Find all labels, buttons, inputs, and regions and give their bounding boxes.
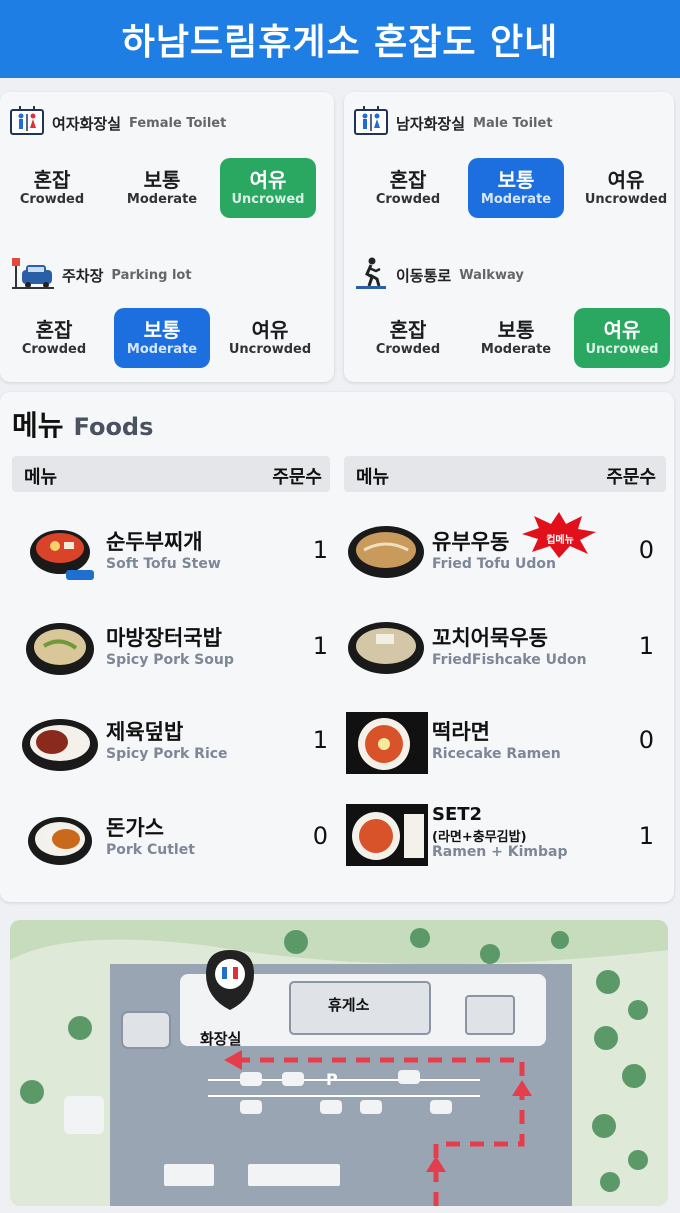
page-title: 하남드림휴게소 혼잡도 안내 <box>121 22 559 63</box>
best-menu-badge-label: 컵메뉴 <box>546 535 574 546</box>
food-name-en: Fried Tofu Udon <box>432 556 556 572</box>
food-name-kr: 돈가스 <box>106 816 164 840</box>
menu-title-en: Foods <box>73 413 154 441</box>
order-count: 0 <box>638 726 654 754</box>
section-label-en: Parking lot <box>111 267 192 283</box>
parking-section: 주차장 Parking lot 혼잡 Crowded 보통 Moderate 여유 U… <box>0 246 326 396</box>
food-item: 꼬치어묵우동 FriedFishcake Udon 1 <box>346 614 666 684</box>
section-label-en: Male Toilet <box>473 115 553 131</box>
food-item: 떡라면 Ricecake Ramen 0 <box>346 708 666 778</box>
moderate-option-active: 보통 Moderate <box>114 308 210 368</box>
order-count: 0 <box>638 536 654 564</box>
food-name-en: FriedFishcake Udon <box>432 652 587 668</box>
walkway-section: 이동통로 Walkway 혼잡 Crowded 보통 Moderate 여유 Uncr… <box>344 246 670 396</box>
uncrowded-option: 여유 Uncrowded <box>228 318 312 357</box>
parking-car-icon <box>10 256 54 294</box>
food-name-kr: 꼬치어묵우동 <box>432 626 548 650</box>
section-label-kr: 주차장 <box>62 266 104 285</box>
moderate-option: 보통 Moderate <box>480 318 552 357</box>
spicy-pork-soup-image <box>26 623 94 675</box>
set2-ramen-kimbap-image <box>346 804 428 866</box>
restroom-map-label: 화장실 <box>200 1030 242 1048</box>
col-menu-label: 메뉴 <box>356 467 390 488</box>
moderate-option: 보통 Moderate <box>126 168 198 207</box>
menu-column-header-left: 메뉴 주문수 <box>12 456 330 492</box>
fried-tofu-udon-image <box>348 526 424 578</box>
crowded-option: 혼잡 Crowded <box>21 318 87 357</box>
menu-column-header-right: 메뉴 주문수 <box>344 456 666 492</box>
uncrowded-option: 여유 Uncrowded <box>584 168 668 207</box>
restroom-icon <box>354 106 388 140</box>
food-name-kr: 마방장터국밥 <box>106 626 222 650</box>
moderate-option-active: 보통 Moderate <box>468 158 564 218</box>
restroom-icon <box>10 106 44 140</box>
order-count: 1 <box>312 536 328 564</box>
uncrowded-option-active: 여유 Uncrowed <box>574 308 670 368</box>
section-label-kr: 이동통로 <box>396 266 452 285</box>
section-label-kr: 여자화장실 <box>52 114 122 133</box>
food-name-en: Spicy Pork Soup <box>106 652 234 668</box>
menu-title: 메뉴 Foods <box>12 404 153 444</box>
crowded-option: 혼잡 Crowded <box>375 318 441 357</box>
crowded-option: 혼잡 Crowded <box>375 168 441 207</box>
spicy-pork-rice-image <box>22 719 98 771</box>
food-item: 순두부찌개 Soft Tofu Stew 1 <box>20 518 340 588</box>
food-item: 유부우동 Fried Tofu Udon 0 컵메뉴 <box>346 512 666 588</box>
food-name-kr: SET2 <box>432 804 483 825</box>
food-name-kr: 제육덮밥 <box>106 720 184 744</box>
header-bar: 하남드림휴게소 혼잡도 안내 <box>0 0 680 78</box>
food-name-en: Soft Tofu Stew <box>106 556 221 572</box>
food-item: SET2 (라면+충무김밥) Ramen + Kimbap 1 <box>346 800 666 870</box>
col-orders-label: 주문수 <box>272 467 322 488</box>
food-name-en: Spicy Pork Rice <box>106 746 228 762</box>
col-orders-label: 주문수 <box>606 467 656 488</box>
food-item: 돈가스 Pork Cutlet 0 <box>20 804 340 874</box>
order-count: 1 <box>312 726 328 754</box>
walking-person-icon <box>354 256 388 294</box>
section-label-en: Walkway <box>459 267 524 283</box>
rest-area-map: 화장실 휴게소 P <box>10 920 668 1206</box>
section-label-kr: 남자화장실 <box>396 114 466 133</box>
food-name-en: Pork Cutlet <box>106 842 195 858</box>
food-name-kr-sub: (라면+충무김밥) <box>432 830 527 845</box>
pork-cutlet-image <box>28 817 92 865</box>
section-label-en: Female Toilet <box>129 115 227 131</box>
male-toilet-section: 남자화장실 Male Toilet 혼잡 Crowded 보통 Moderate 여… <box>344 96 670 246</box>
food-name-kr: 순두부찌개 <box>106 530 203 554</box>
crowded-option: 혼잡 Crowded <box>19 168 85 207</box>
map-illustration <box>10 920 668 1206</box>
female-toilet-section: 여자화장실 Female Toilet 혼잡 Crowded 보통 Moderate… <box>0 96 326 246</box>
order-count: 0 <box>312 822 328 850</box>
food-name-kr: 떡라면 <box>432 720 490 744</box>
food-name-en: Ricecake Ramen <box>432 746 561 762</box>
rest-area-map-label: 휴게소 <box>328 996 370 1014</box>
food-name-en: Ramen + Kimbap <box>432 844 568 860</box>
food-item: 마방장터국밥 Spicy Pork Soup 1 <box>20 614 340 684</box>
uncrowded-option-active: 여유 Uncrowed <box>220 158 316 218</box>
order-count: 1 <box>638 822 654 850</box>
food-name-kr: 유부우동 <box>432 530 510 554</box>
soft-tofu-stew-image <box>30 530 94 580</box>
order-count: 1 <box>638 632 654 660</box>
fishcake-udon-image <box>348 622 424 674</box>
menu-title-kr: 메뉴 <box>12 409 64 442</box>
parking-map-label: P <box>326 1070 338 1089</box>
food-item: 제육덮밥 Spicy Pork Rice 1 <box>20 708 340 778</box>
col-menu-label: 메뉴 <box>24 467 58 488</box>
ricecake-ramen-image <box>346 712 428 774</box>
order-count: 1 <box>312 632 328 660</box>
